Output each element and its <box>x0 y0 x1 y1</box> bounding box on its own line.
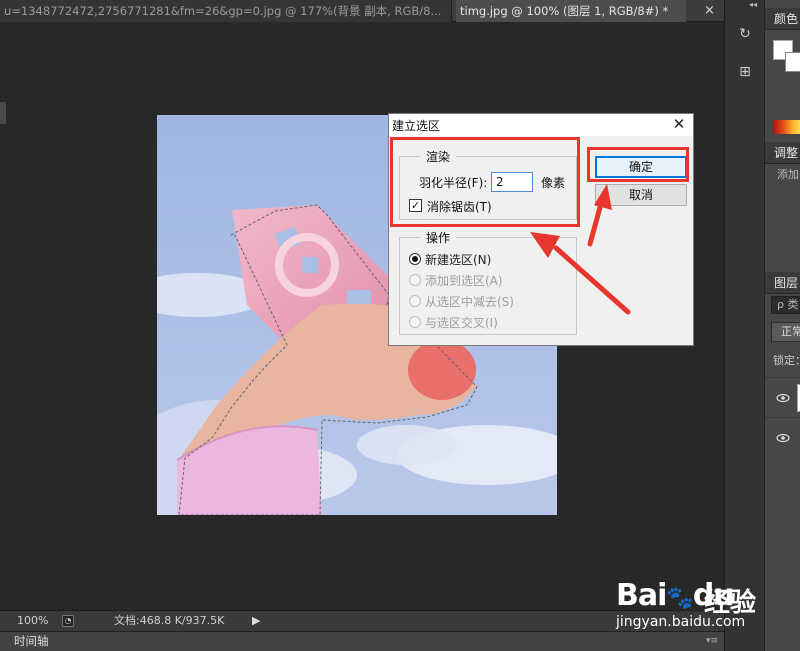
operation-group-label: 操作 <box>420 229 457 246</box>
status-options-icon[interactable]: ◔ <box>62 615 74 627</box>
adjustments-add-label: 添加 <box>777 168 799 181</box>
dialog-title: 建立选区 <box>392 119 441 133</box>
new-selection-radio[interactable] <box>409 253 421 265</box>
add-to-selection-radio[interactable] <box>409 274 421 286</box>
tab-close-icon[interactable]: × <box>704 0 715 22</box>
intersect-selection-radio[interactable] <box>409 316 421 328</box>
dialog-titlebar[interactable]: 建立选区 ✕ <box>389 114 693 136</box>
eye-icon[interactable] <box>775 430 791 446</box>
adjustments-panel-tab[interactable]: 调整 <box>765 142 800 164</box>
eye-icon[interactable] <box>775 390 791 406</box>
canvas-scroll-handle[interactable] <box>0 102 6 124</box>
baidu-jingyan-watermark: Bai🐾du 经验 jingyan.baidu.com <box>616 570 800 630</box>
subtract-from-selection-label: 从选区中减去(S) <box>425 295 514 309</box>
cancel-button[interactable]: 取消 <box>595 184 687 206</box>
annotation-box-render <box>390 137 580 227</box>
intersect-selection-label: 与选区交叉(I) <box>425 316 498 330</box>
history-icon[interactable]: ↻ <box>735 24 755 44</box>
add-to-selection-label: 添加到选区(A) <box>425 274 503 288</box>
layer-filter-input[interactable]: ρ 类 <box>771 296 800 314</box>
lock-label: 锁定： <box>773 354 800 367</box>
document-size-info: 文档:468.8 K/937.5K <box>114 614 225 627</box>
timeline-label: 时间轴 <box>14 634 49 648</box>
blend-mode-select[interactable]: 正常 <box>771 322 800 342</box>
document-tab-bar: u=1348772472,2756771281&fm=26&gp=0.jpg @… <box>0 0 724 22</box>
tab-document-2-label: timg.jpg @ 100% (图层 1, RGB/8#) * <box>460 4 669 18</box>
timeline-panel-bar[interactable]: 时间轴 ▾≡ <box>0 631 724 651</box>
status-menu-arrow-icon[interactable]: ▶ <box>252 611 260 631</box>
right-panels: 颜色 调整 添加 图层 ρ 类 正常 锁定： <box>764 0 800 651</box>
close-icon[interactable]: ✕ <box>671 115 687 133</box>
tab-document-1-label: u=1348772472,2756771281&fm=26&gp=0.jpg @… <box>4 4 442 18</box>
tab-document-2[interactable]: timg.jpg @ 100% (图层 1, RGB/8#) * <box>456 0 686 22</box>
new-selection-label[interactable]: 新建选区(N) <box>425 251 491 268</box>
panel-dock-icons: ◂◂ ↻ ⊞ <box>724 0 764 651</box>
tab-document-1[interactable]: u=1348772472,2756771281&fm=26&gp=0.jpg @… <box>0 0 452 22</box>
layer-row[interactable] <box>765 417 800 457</box>
collapse-panels-icon[interactable]: ◂◂ <box>749 0 757 9</box>
background-color-swatch[interactable] <box>785 52 800 72</box>
properties-icon[interactable]: ⊞ <box>735 62 755 82</box>
layers-panel-tab[interactable]: 图层 <box>765 272 800 294</box>
color-panel-tab[interactable]: 颜色 <box>765 8 800 30</box>
color-ramp[interactable] <box>773 120 800 134</box>
subtract-from-selection-radio[interactable] <box>409 295 421 307</box>
layer-row[interactable] <box>765 377 800 417</box>
annotation-box-ok <box>587 147 689 182</box>
zoom-level[interactable]: 100% <box>17 611 48 631</box>
watermark-url: jingyan.baidu.com <box>616 614 746 630</box>
timeline-menu-icon[interactable]: ▾≡ <box>706 632 718 651</box>
